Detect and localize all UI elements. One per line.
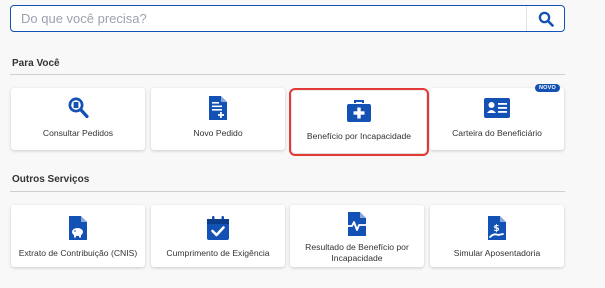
card-label: Simular Aposentadoria — [453, 248, 541, 258]
search-bar — [10, 5, 565, 32]
money-hand-document-icon: $ — [482, 213, 512, 243]
card-cumprimento-de-exigencia[interactable]: Cumprimento de Exigência — [151, 205, 285, 267]
card-consultar-pedidos[interactable]: Consultar Pedidos — [11, 88, 145, 150]
svg-text:$: $ — [493, 224, 499, 234]
section-divider — [10, 74, 565, 75]
search-document-icon — [63, 93, 93, 123]
card-label: Carteira do Beneficiário — [452, 128, 542, 138]
search-icon — [538, 11, 554, 27]
new-badge: NOVO — [535, 84, 560, 92]
card-carteira-do-beneficiario[interactable]: NOVO Carteira do Beneficiário — [430, 84, 564, 150]
section-divider — [10, 191, 565, 192]
card-label: Cumprimento de Exigência — [166, 248, 270, 258]
card-beneficio-por-incapacidade[interactable]: Benefício por Incapacidade — [289, 88, 429, 156]
new-document-icon — [203, 93, 233, 123]
card-simular-aposentadoria[interactable]: $ Simular Aposentadoria — [430, 205, 564, 267]
card-label: Novo Pedido — [193, 128, 243, 138]
medical-bag-icon — [344, 96, 374, 126]
piggy-bank-document-icon — [63, 213, 93, 243]
pulse-document-icon — [342, 209, 372, 239]
search-input[interactable] — [11, 6, 526, 31]
card-label: Extrato de Contribuição (CNIS) — [18, 248, 138, 258]
card-resultado-de-beneficio[interactable]: Resultado de Benefício por Incapacidade — [290, 205, 424, 267]
card-novo-pedido[interactable]: Novo Pedido — [151, 88, 285, 150]
id-card-icon — [482, 93, 512, 123]
section-title-outros-servicos: Outros Serviços — [12, 174, 90, 185]
card-label: Benefício por Incapacidade — [306, 131, 412, 141]
calendar-check-icon — [203, 213, 233, 243]
card-extrato-de-contribuicao[interactable]: Extrato de Contribuição (CNIS) — [11, 205, 145, 267]
section-title-para-voce: Para Você — [12, 58, 60, 69]
card-label: Resultado de Benefício por Incapacidade — [305, 242, 409, 263]
card-label: Consultar Pedidos — [42, 128, 114, 138]
search-button[interactable] — [526, 6, 564, 31]
